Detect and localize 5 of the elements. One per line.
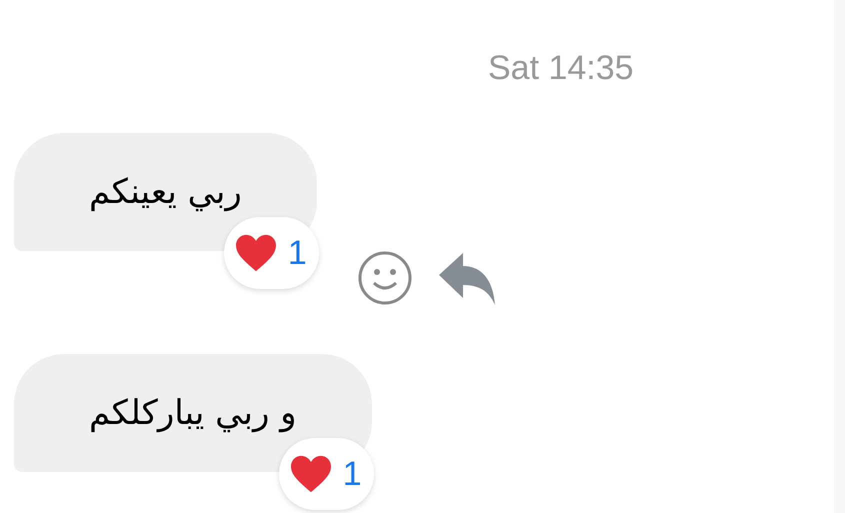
reply-icon[interactable] [436,251,495,305]
heart-icon [234,233,278,273]
timestamp: Sat 14:35 [488,48,634,88]
heart-icon [288,454,333,494]
emoji-icon[interactable] [356,250,413,306]
